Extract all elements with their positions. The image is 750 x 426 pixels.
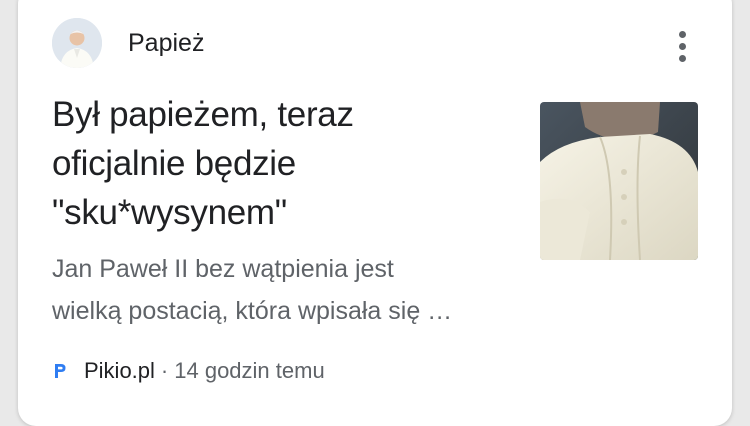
menu-dot [678,42,686,50]
pope-avatar-icon [52,18,102,68]
topic-header[interactable]: Papież [52,18,204,68]
snippet-line: wielką postacią, która wpisała się … [52,297,453,325]
published-time: 14 godzin temu [174,358,325,383]
topic-label: Papież [128,28,205,57]
menu-dot [678,54,686,62]
snippet-line: Jan Paweł II bez wątpienia jest [52,255,394,283]
article-snippet: Jan Paweł II bez wątpienia jest wielką p… [52,248,522,332]
article-thumbnail[interactable] [540,102,698,260]
more-options-icon[interactable] [664,24,700,68]
pope-photo-icon [540,102,698,260]
source-name: Pikio.pl [84,358,155,383]
headline-line: oficjalnie będzie [52,144,296,183]
meta-separator: · [160,358,169,383]
source-row[interactable]: Pikio.pl · 14 godzin temu [52,358,325,384]
menu-dot [678,30,686,38]
pikio-favicon-icon [52,361,68,381]
article-headline[interactable]: Był papieżem, teraz oficjalnie będzie "s… [52,90,502,237]
news-card[interactable]: Papież Był papieżem, teraz oficjalnie bę… [18,0,732,426]
headline-line: Był papieżem, teraz [52,95,354,134]
headline-line: "sku*wysynem" [52,193,287,232]
